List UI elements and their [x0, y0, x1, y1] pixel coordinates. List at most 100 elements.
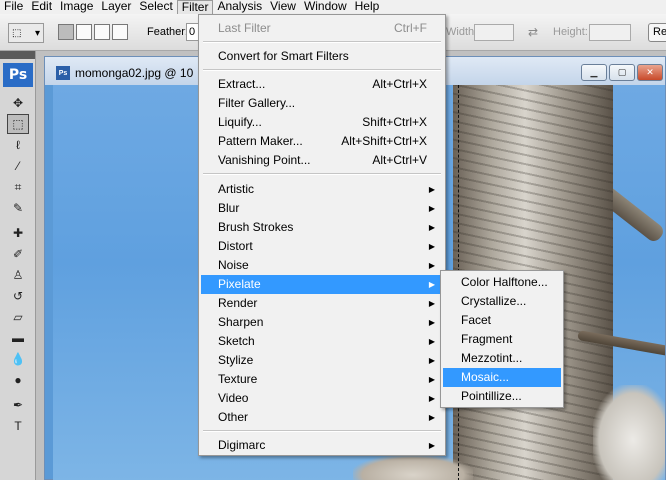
- submenu-item-color-halftone[interactable]: Color Halftone...: [443, 273, 561, 292]
- document-title: momonga02.jpg @ 10: [75, 66, 194, 80]
- close-icon[interactable]: ✕: [637, 64, 663, 81]
- menu-file[interactable]: File: [0, 0, 27, 14]
- menu-help[interactable]: Help: [351, 0, 384, 14]
- feather-label: Feather:: [147, 26, 188, 38]
- submenu-item-fragment[interactable]: Fragment: [443, 330, 561, 349]
- menu-select[interactable]: Select: [135, 0, 176, 14]
- menu-edit[interactable]: Edit: [27, 0, 56, 14]
- menu-item-label: Distort: [218, 239, 253, 253]
- swap-icon[interactable]: ⇄: [528, 25, 538, 39]
- blur-icon[interactable]: 💧: [7, 349, 29, 369]
- ps-document-icon: Ps: [56, 66, 70, 80]
- menu-item-render[interactable]: Render ▶: [201, 294, 443, 313]
- menu-item-sketch[interactable]: Sketch ▶: [201, 332, 443, 351]
- menu-item-digimarc[interactable]: Digimarc ▶: [201, 436, 443, 455]
- submenu-arrow-icon: ▶: [428, 394, 435, 403]
- menu-item-shortcut: Ctrl+F: [394, 21, 427, 35]
- brush-icon[interactable]: ✐: [7, 244, 29, 264]
- magic-wand-icon[interactable]: ⁄: [7, 156, 29, 176]
- panel-grip[interactable]: [0, 51, 35, 59]
- submenu-arrow-icon: ▶: [428, 413, 435, 422]
- menu-layer[interactable]: Layer: [97, 0, 135, 14]
- submenu-item-pointillize[interactable]: Pointillize...: [443, 387, 561, 406]
- type-icon[interactable]: T: [7, 416, 29, 436]
- crop-icon[interactable]: ⌗: [7, 177, 29, 197]
- width-input[interactable]: [474, 24, 514, 41]
- menu-item-sharpen[interactable]: Sharpen ▶: [201, 313, 443, 332]
- menu-item-artistic[interactable]: Artistic ▶: [201, 180, 443, 199]
- pen-icon[interactable]: ✒: [7, 395, 29, 415]
- menu-bar: File Edit Image Layer Select Filter Anal…: [0, 0, 666, 15]
- menu-item-brush-strokes[interactable]: Brush Strokes ▶: [201, 218, 443, 237]
- marquee-icon[interactable]: ⬚: [7, 114, 29, 134]
- add-to-selection-button[interactable]: [76, 24, 92, 40]
- gradient-icon[interactable]: ▬: [7, 328, 29, 348]
- submenu-arrow-icon: ▶: [428, 242, 435, 251]
- height-input[interactable]: [589, 24, 631, 41]
- chevron-down-icon: ▾: [34, 27, 40, 39]
- submenu-arrow-icon: ▶: [428, 356, 435, 365]
- menu-item-pattern-maker[interactable]: Pattern Maker... Alt+Shift+Ctrl+X: [201, 132, 443, 151]
- menu-item-last-filter[interactable]: Last Filter Ctrl+F: [201, 19, 443, 38]
- menu-item-label: Extract...: [218, 77, 266, 91]
- menu-item-label: Last Filter: [218, 21, 271, 35]
- menu-item-liquify[interactable]: Liquify... Shift+Ctrl+X: [201, 113, 443, 132]
- maximize-icon[interactable]: ▢: [609, 64, 635, 81]
- menu-item-label: Pattern Maker...: [218, 134, 303, 148]
- menu-item-vanishing-point[interactable]: Vanishing Point... Alt+Ctrl+V: [201, 151, 443, 170]
- height-label: Height:: [553, 26, 588, 38]
- menu-item-label: Artistic: [218, 182, 254, 196]
- intersect-selection-button[interactable]: [112, 24, 128, 40]
- refine-edge-button[interactable]: Re: [648, 23, 666, 42]
- move-icon[interactable]: ✥: [7, 93, 29, 113]
- menu-item-label: Other: [218, 410, 249, 424]
- menu-image[interactable]: Image: [56, 0, 97, 14]
- menu-item-pixelate[interactable]: Pixelate ▶: [201, 275, 443, 294]
- history-brush-icon[interactable]: ↺: [7, 286, 29, 306]
- menu-separator: [203, 69, 441, 71]
- submenu-item-mezzotint[interactable]: Mezzotint...: [443, 349, 561, 368]
- menu-item-label: Liquify...: [218, 115, 262, 129]
- slice-icon[interactable]: ✎: [7, 198, 29, 218]
- submenu-arrow-icon: ▶: [428, 185, 435, 194]
- menu-item-noise[interactable]: Noise ▶: [201, 256, 443, 275]
- submenu-arrow-icon: ▶: [428, 375, 435, 384]
- menu-item-texture[interactable]: Texture ▶: [201, 370, 443, 389]
- window-controls: ▁ ▢ ✕: [581, 64, 663, 81]
- healing-brush-icon[interactable]: ✚: [7, 223, 29, 243]
- clone-stamp-icon[interactable]: ♙: [7, 265, 29, 285]
- menu-item-convert-smart-filters[interactable]: Convert for Smart Filters: [201, 47, 443, 66]
- dodge-icon[interactable]: ●: [7, 370, 29, 390]
- submenu-arrow-icon: ▶: [428, 299, 435, 308]
- submenu-item-facet[interactable]: Facet: [443, 311, 561, 330]
- menu-separator: [203, 173, 441, 175]
- photo-fur-lower: [353, 455, 473, 480]
- menu-item-label: Sketch: [218, 334, 255, 348]
- submenu-arrow-icon: ▶: [428, 441, 435, 450]
- menu-analysis[interactable]: Analysis: [213, 0, 266, 14]
- menu-item-other[interactable]: Other ▶: [201, 408, 443, 427]
- minimize-icon[interactable]: ▁: [581, 64, 607, 81]
- tool-preset-picker[interactable]: ⬚ ▾: [8, 23, 44, 43]
- eraser-icon[interactable]: ▱: [7, 307, 29, 327]
- menu-item-stylize[interactable]: Stylize ▶: [201, 351, 443, 370]
- menu-item-extract[interactable]: Extract... Alt+Ctrl+X: [201, 75, 443, 94]
- menu-item-distort[interactable]: Distort ▶: [201, 237, 443, 256]
- photoshop-logo[interactable]: Ps: [3, 63, 33, 87]
- tools-panel: Ps ✥ ⬚ ℓ ⁄ ⌗ ✎ ✚ ✐ ♙ ↺ ▱ ▬ 💧 ● ✒ T: [0, 51, 36, 480]
- menu-window[interactable]: Window: [300, 0, 351, 14]
- lasso-icon[interactable]: ℓ: [7, 135, 29, 155]
- menu-item-label: Brush Strokes: [218, 220, 294, 234]
- new-selection-button[interactable]: [58, 24, 74, 40]
- subtract-from-selection-button[interactable]: [94, 24, 110, 40]
- submenu-item-mosaic[interactable]: Mosaic...: [443, 368, 561, 387]
- menu-item-filter-gallery[interactable]: Filter Gallery...: [201, 94, 443, 113]
- submenu-item-crystallize[interactable]: Crystallize...: [443, 292, 561, 311]
- menu-item-shortcut: Alt+Ctrl+V: [372, 153, 427, 167]
- menu-item-video[interactable]: Video ▶: [201, 389, 443, 408]
- menu-item-label: Vanishing Point...: [218, 153, 311, 167]
- menu-item-blur[interactable]: Blur ▶: [201, 199, 443, 218]
- menu-view[interactable]: View: [266, 0, 300, 14]
- menu-filter[interactable]: Filter: [176, 0, 214, 15]
- submenu-arrow-icon: ▶: [428, 337, 435, 346]
